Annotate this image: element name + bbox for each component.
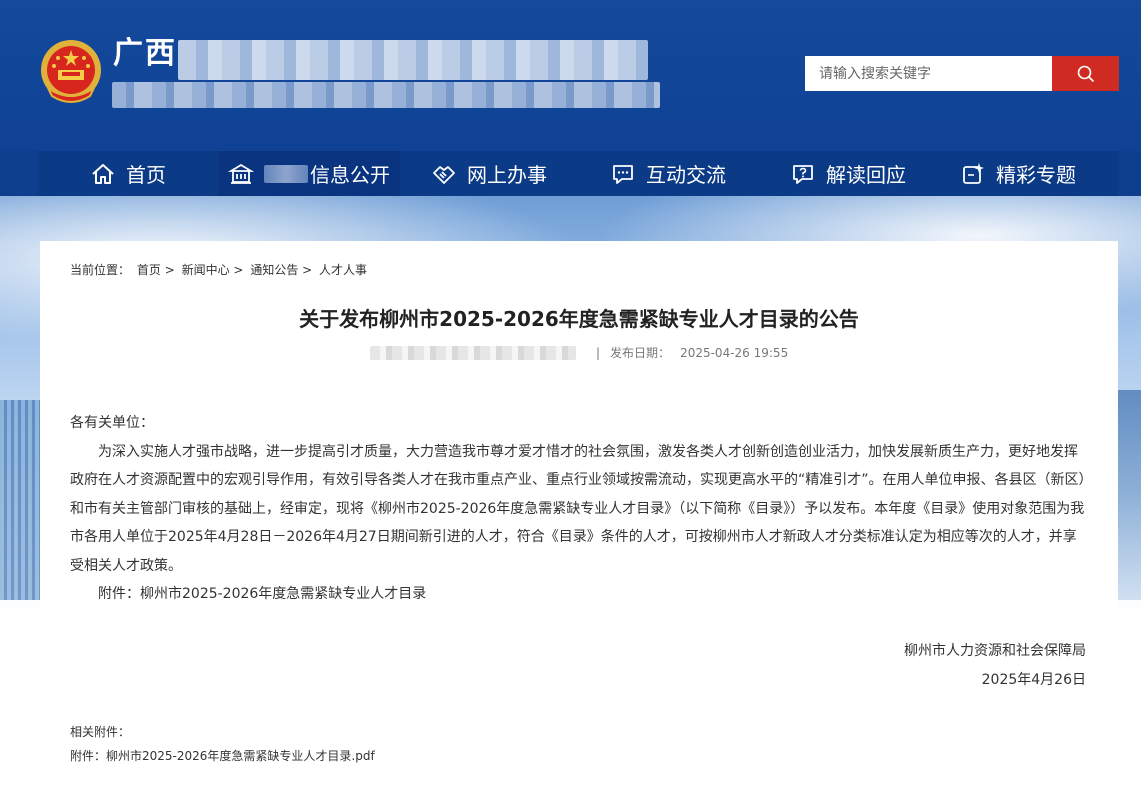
nav-item-label: 互动交流 <box>646 163 726 187</box>
related-attachment-link-container: 附件：柳州市2025-2026年度急需紧缺专业人才目录.pdf <box>70 747 375 764</box>
nav-item-label: 解读回应 <box>826 163 906 187</box>
nav-item-label: 网上办事 <box>467 163 547 187</box>
article-card: 当前位置： 首页 > 新闻中心 > 通知公告 > 人才人事 关于发布柳州市202… <box>40 241 1118 800</box>
nav-item-online-service[interactable]: 网上办事 <box>400 151 578 196</box>
publish-date: 2025-04-26 19:55 <box>680 345 789 360</box>
breadcrumb-talent[interactable]: 人才人事 <box>319 263 367 277</box>
search-input[interactable] <box>805 56 1052 91</box>
breadcrumb-news[interactable]: 新闻中心 <box>182 263 230 277</box>
nav-item-label: 首页 <box>126 163 166 187</box>
handshake-icon <box>431 161 457 187</box>
question-chat-icon <box>790 161 816 187</box>
article-paragraph: 为深入实施人才强市战略，进一步提高引才质量，大力营造我市尊才爱才惜才的社会氛围，… <box>70 443 1086 574</box>
signature-org: 柳州市人力资源和社会保障局 <box>904 643 1086 659</box>
nav-item-home[interactable]: 首页 <box>38 151 218 196</box>
nav-item-topics[interactable]: 精彩专题 <box>938 151 1098 196</box>
article-title: 关于发布柳州市2025-2026年度急需紧缺专业人才目录的公告 <box>299 307 859 331</box>
sparkle-icon <box>960 161 986 187</box>
article-meta: | 发布日期： 2025-04-26 19:55 <box>370 344 788 361</box>
publish-date-label: 发布日期： <box>610 346 671 360</box>
breadcrumb-separator: > <box>302 263 313 277</box>
nav-item-label: 精彩专题 <box>996 163 1076 187</box>
breadcrumb-notices[interactable]: 通知公告 <box>250 263 298 277</box>
search-button[interactable] <box>1052 56 1119 91</box>
nav-item-info[interactable]: 信息公开 <box>218 151 400 196</box>
signature-date: 2025年4月26日 <box>981 672 1086 688</box>
breadcrumb-home[interactable]: 首页 <box>137 263 161 277</box>
national-emblem-icon <box>41 40 101 103</box>
redacted-site-name <box>178 40 648 80</box>
search-icon <box>1077 65 1094 82</box>
redacted-source <box>370 345 576 360</box>
nav-item-label: 信息公开 <box>310 163 390 187</box>
chat-icon <box>610 161 636 187</box>
signature: 柳州市人力资源和社会保障局 2025年4月26日 <box>904 637 1086 695</box>
attachment-line: 附件：柳州市2025-2026年度急需紧缺专业人才目录 <box>98 586 427 602</box>
nav-item-interpretation[interactable]: 解读回应 <box>758 151 938 196</box>
redacted-nav-text <box>264 164 308 183</box>
city-skyline-left <box>0 400 40 600</box>
building-icon <box>228 161 254 187</box>
main-nav: 首页 信息公开 网上办事 互动交流 解读回应 精彩专题 <box>0 151 1141 196</box>
related-attachments-label: 相关附件： <box>70 725 131 739</box>
breadcrumb: 当前位置： 首页 > 新闻中心 > 通知公告 > 人才人事 <box>70 261 367 278</box>
attachment-pdf-link[interactable]: 附件：柳州市2025-2026年度急需紧缺专业人才目录.pdf <box>70 749 375 763</box>
home-icon <box>90 161 116 187</box>
nav-item-interaction[interactable]: 互动交流 <box>578 151 758 196</box>
breadcrumb-prefix: 当前位置： <box>70 263 131 277</box>
breadcrumb-separator: > <box>233 263 244 277</box>
article-body: 各有关单位： 为深入实施人才强市战略，进一步提高引才质量，大力营造我市尊才爱才惜… <box>70 409 1088 609</box>
redacted-site-subtitle <box>112 82 660 108</box>
salutation: 各有关单位： <box>70 415 154 431</box>
site-header: 广西 <box>0 0 1141 151</box>
breadcrumb-separator: > <box>164 263 175 277</box>
city-skyline-right <box>1118 390 1141 600</box>
